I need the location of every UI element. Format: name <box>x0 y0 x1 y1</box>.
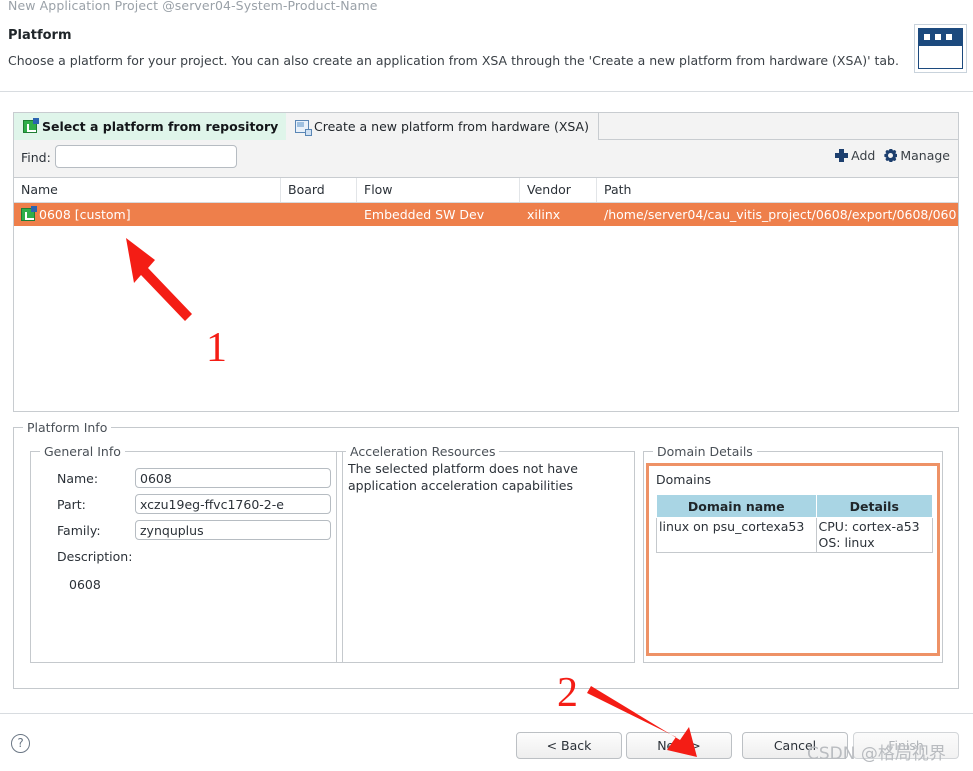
page-title: Platform <box>8 28 72 43</box>
footer-divider <box>0 713 973 714</box>
xsa-icon <box>295 120 312 136</box>
platform-icon <box>21 206 37 221</box>
cell-name-label: 0608 [custom] <box>39 207 131 222</box>
page-description: Choose a platform for your project. You … <box>8 53 899 68</box>
column-header-details[interactable]: Details <box>815 494 934 518</box>
tab-create-platform-from-hardware[interactable]: Create a new platform from hardware (XSA… <box>286 113 599 140</box>
domains-table: Domain name Details linux on psu_cortexa… <box>656 494 934 553</box>
annotation-number-2: 2 <box>557 670 578 716</box>
table-row[interactable]: 0608 [custom] Embedded SW Dev xilinx /ho… <box>14 203 958 226</box>
description-label: Description: <box>57 549 133 564</box>
repository-toolbar: Add Manage <box>835 148 950 163</box>
general-info-group: General Info Name: Part: Family: Descrip… <box>30 444 343 663</box>
annotation-number-1: 1 <box>206 325 227 371</box>
cell-domain-os: OS: linux <box>818 535 875 550</box>
platform-info-group: Platform Info General Info Name: Part: F… <box>13 420 959 689</box>
gear-icon[interactable] <box>884 149 897 162</box>
name-field[interactable] <box>135 468 331 488</box>
platform-info-legend: Platform Info <box>23 420 112 435</box>
back-button[interactable]: < Back <box>516 732 622 759</box>
cell-domain-details[interactable]: CPU: cortex-a53 OS: linux <box>815 517 934 553</box>
watermark: CSDN @格局视界 <box>807 744 946 764</box>
domains-label: Domains <box>656 472 712 487</box>
column-header-path[interactable]: Path <box>597 178 958 202</box>
window-title: New Application Project @server04-System… <box>8 0 378 13</box>
cell-domain-name[interactable]: linux on psu_cortexa53 <box>656 517 817 553</box>
column-header-board[interactable]: Board <box>281 178 357 202</box>
header-divider <box>0 91 973 92</box>
acceleration-resources-legend: Acceleration Resources <box>346 444 500 459</box>
cell-flow: Embedded SW Dev <box>364 207 485 222</box>
platform-icon <box>23 117 39 133</box>
domain-details-group: Domain Details Domains Domain name Detai… <box>643 444 943 663</box>
cell-path: /home/server04/cau_vitis_project/0608/ex… <box>604 207 957 222</box>
cell-vendor: xilinx <box>527 207 561 222</box>
manage-button[interactable]: Manage <box>900 148 950 163</box>
platform-tab-folder: Select a platform from repository Create… <box>13 112 959 412</box>
next-button[interactable]: Next > <box>626 732 732 759</box>
find-bar: Find: Add Manage <box>14 140 958 177</box>
tab-label: Select a platform from repository <box>42 118 279 134</box>
cell-name: 0608 [custom] <box>14 203 281 226</box>
cell-board <box>281 203 357 226</box>
domains-table-row: linux on psu_cortexa53 CPU: cortex-a53 O… <box>656 517 934 553</box>
name-label: Name: <box>57 471 99 486</box>
table-header-row: Name Board Flow Vendor Path <box>14 178 958 203</box>
family-label: Family: <box>57 523 101 538</box>
add-button[interactable]: Add <box>851 148 875 163</box>
general-info-legend: General Info <box>40 444 125 459</box>
domains-table-header-row: Domain name Details <box>656 494 934 518</box>
platform-table: Name Board Flow Vendor Path 0608 [custom… <box>14 177 958 411</box>
part-label: Part: <box>57 497 86 512</box>
tab-label: Create a new platform from hardware (XSA… <box>314 119 589 134</box>
search-input[interactable] <box>55 145 237 168</box>
find-label: Find: <box>21 150 51 165</box>
column-header-domain-name[interactable]: Domain name <box>656 494 817 518</box>
part-field[interactable] <box>135 494 331 514</box>
help-icon[interactable]: ? <box>11 734 30 753</box>
domain-details-panel[interactable] <box>646 463 940 656</box>
column-header-flow[interactable]: Flow <box>357 178 520 202</box>
cell-domain-cpu: CPU: cortex-a53 <box>818 519 920 534</box>
plus-icon[interactable] <box>835 149 849 162</box>
domain-details-legend: Domain Details <box>653 444 757 459</box>
acceleration-resources-group: Acceleration Resources The selected plat… <box>336 444 635 663</box>
tab-strip: Select a platform from repository Create… <box>14 113 958 140</box>
dialog-banner-icon <box>914 24 967 73</box>
family-field[interactable] <box>135 520 331 540</box>
tab-select-platform-from-repository[interactable]: Select a platform from repository <box>14 113 289 140</box>
column-header-vendor[interactable]: Vendor <box>520 178 597 202</box>
description-value: 0608 <box>69 577 101 592</box>
acceleration-resources-message: The selected platform does not have appl… <box>348 461 578 493</box>
column-header-name[interactable]: Name <box>14 178 281 202</box>
